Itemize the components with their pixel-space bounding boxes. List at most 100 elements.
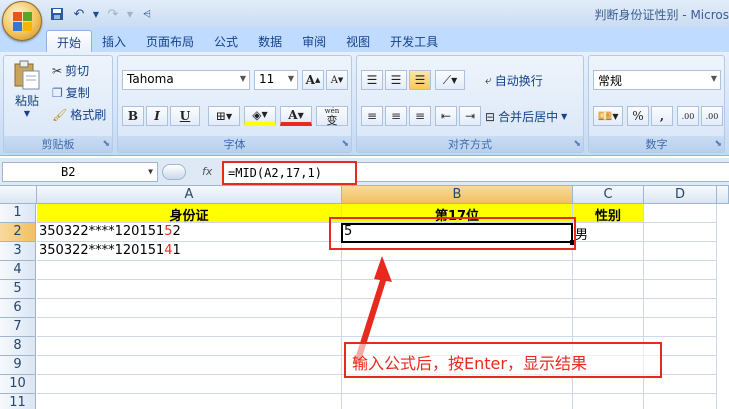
align-left-button[interactable]: ≡ xyxy=(361,106,383,126)
decrease-decimal-button[interactable]: .00 xyxy=(701,106,723,126)
align-right-button[interactable]: ≡ xyxy=(409,106,431,126)
row-header-4[interactable]: 4 xyxy=(0,261,36,280)
tab-review[interactable]: 审阅 xyxy=(292,30,336,52)
font-color-button[interactable]: A ▼ xyxy=(280,106,312,126)
font-name-combo[interactable]: Tahoma ▼ xyxy=(122,70,250,90)
format-painter-button[interactable]: 🖌 格式刷 xyxy=(52,106,106,123)
save-icon[interactable] xyxy=(48,5,66,23)
cell-c1[interactable]: 性别 xyxy=(573,204,644,223)
select-all-corner[interactable] xyxy=(0,186,37,204)
grow-font-icon: A ▲ xyxy=(302,70,324,90)
office-button[interactable] xyxy=(2,1,42,41)
clipboard-launcher-icon[interactable]: ⬊ xyxy=(102,139,110,149)
tab-formulas[interactable]: 公式 xyxy=(204,30,248,52)
percent-button[interactable]: % xyxy=(627,106,649,126)
decrease-indent-button[interactable]: ⇤ xyxy=(435,106,457,126)
row-header-1[interactable]: 1 xyxy=(0,204,36,223)
font-size-combo[interactable]: 11 ▼ xyxy=(254,70,298,90)
undo-icon[interactable]: ↶ xyxy=(70,5,88,23)
tab-home[interactable]: 开始 xyxy=(46,30,93,52)
cell-d2[interactable] xyxy=(644,223,717,242)
bold-button[interactable]: B xyxy=(122,106,144,126)
phonetic-button[interactable]: wén 变 xyxy=(316,106,348,126)
bold-icon: B xyxy=(122,106,144,126)
wrap-text-button[interactable]: ⤶ 自动换行 xyxy=(485,72,543,89)
currency-button[interactable]: 💴 ▼ xyxy=(593,106,623,126)
id-number-prefix: 350322****120151 xyxy=(39,243,165,258)
row-header-3[interactable]: 3 xyxy=(0,242,36,261)
row-header-2[interactable]: 2 xyxy=(0,223,36,242)
align-center-icon: ≡ xyxy=(385,106,407,126)
tab-developer[interactable]: 开发工具 xyxy=(380,30,448,52)
percent-icon: % xyxy=(627,106,649,126)
fill-color-button[interactable]: ◈ ▼ xyxy=(244,106,276,126)
row-header-9[interactable]: 9 xyxy=(0,356,36,375)
tab-data[interactable]: 数据 xyxy=(248,30,292,52)
row-header-5[interactable]: 5 xyxy=(0,280,36,299)
font-color-icon: A ▼ xyxy=(280,106,312,126)
cell-d1[interactable] xyxy=(644,204,717,223)
font-group-label: 字体 xyxy=(118,136,351,152)
font-group: Tahoma ▼ 11 ▼ A▲ A▼ B I U ⊞ ▼ ◈ ▼ A ▼ xyxy=(117,55,352,153)
fx-icon[interactable]: fx xyxy=(202,165,212,178)
cut-button[interactable]: ✂ 剪切 xyxy=(52,62,89,79)
column-header-c[interactable]: C xyxy=(573,186,644,204)
row-header-6[interactable]: 6 xyxy=(0,299,36,318)
align-center-button[interactable]: ≡ xyxy=(385,106,407,126)
increase-indent-icon: ⇥ xyxy=(459,106,481,126)
format-painter-label: 格式刷 xyxy=(70,108,107,122)
row-header-8[interactable]: 8 xyxy=(0,337,36,356)
cell-c2[interactable]: 男 xyxy=(573,223,644,242)
tab-page-layout[interactable]: 页面布局 xyxy=(136,30,204,52)
name-box[interactable]: B2 ▼ xyxy=(2,162,158,182)
formula-bar-toggle-icon[interactable] xyxy=(162,164,186,180)
comma-icon: , xyxy=(651,106,673,126)
comma-button[interactable]: , xyxy=(651,106,673,126)
currency-icon: 💴 ▼ xyxy=(593,106,623,126)
redo-icon[interactable]: ↷ xyxy=(104,5,122,23)
undo-dropdown-icon[interactable]: ▼ xyxy=(92,5,100,23)
column-header-blank xyxy=(717,186,729,204)
column-header-d[interactable]: D xyxy=(644,186,717,204)
row-header-10[interactable]: 10 xyxy=(0,375,36,394)
underline-button[interactable]: U xyxy=(170,106,200,126)
cell-c3[interactable] xyxy=(573,242,644,261)
tab-insert[interactable]: 插入 xyxy=(92,30,136,52)
align-right-icon: ≡ xyxy=(409,106,431,126)
orientation-button[interactable]: ⟋ ▼ xyxy=(435,70,465,90)
row-header-11[interactable]: 11 xyxy=(0,394,36,409)
cell-a3[interactable]: 350322****12015141 xyxy=(37,242,342,261)
align-bottom-button[interactable]: ☰ xyxy=(409,70,431,90)
number-launcher-icon[interactable]: ⬊ xyxy=(714,139,722,149)
font-launcher-icon[interactable]: ⬊ xyxy=(341,139,349,149)
increase-decimal-button[interactable]: .00 xyxy=(677,106,699,126)
column-header-b[interactable]: B xyxy=(342,186,573,204)
redo-dropdown-icon[interactable]: ▼ xyxy=(126,5,134,23)
tab-view[interactable]: 视图 xyxy=(336,30,380,52)
number-group: 常规 ▼ 💴 ▼ % , .00 .00 数字 ⬊ xyxy=(588,55,725,153)
merge-center-icon: ⊟ xyxy=(485,109,496,124)
grow-font-button[interactable]: A ▲ xyxy=(302,70,324,90)
align-top-button[interactable]: ☰ xyxy=(361,70,383,90)
underline-icon: U xyxy=(170,106,200,126)
column-header-a[interactable]: A xyxy=(37,186,342,204)
row-header-7[interactable]: 7 xyxy=(0,318,36,337)
formula-input-area[interactable] xyxy=(357,162,729,182)
alignment-launcher-icon[interactable]: ⬊ xyxy=(573,139,581,149)
shrink-font-button[interactable]: A ▼ xyxy=(326,70,348,90)
number-format-combo[interactable]: 常规 ▼ xyxy=(593,70,721,90)
borders-button[interactable]: ⊞ ▼ xyxy=(208,106,240,126)
cell-a1[interactable]: 身份证 xyxy=(37,204,342,223)
customize-qat-icon[interactable]: ⩤ xyxy=(138,5,156,23)
merge-center-button[interactable]: ⊟ 合并后居中 ▼ xyxy=(485,108,567,125)
increase-indent-button[interactable]: ⇥ xyxy=(459,106,481,126)
formula-input[interactable]: =MID(A2,17,1) xyxy=(222,161,357,185)
copy-button[interactable]: ❐ 复制 xyxy=(52,84,90,101)
paste-button[interactable]: 粘贴 ▼ xyxy=(10,60,44,118)
align-middle-button[interactable]: ☰ xyxy=(385,70,407,90)
cell-d3[interactable] xyxy=(644,242,717,261)
copy-icon: ❐ xyxy=(52,85,63,100)
cell-a2[interactable]: 350322****12015152 xyxy=(37,223,342,242)
italic-button[interactable]: I xyxy=(146,106,168,126)
office-logo-icon xyxy=(13,12,33,32)
